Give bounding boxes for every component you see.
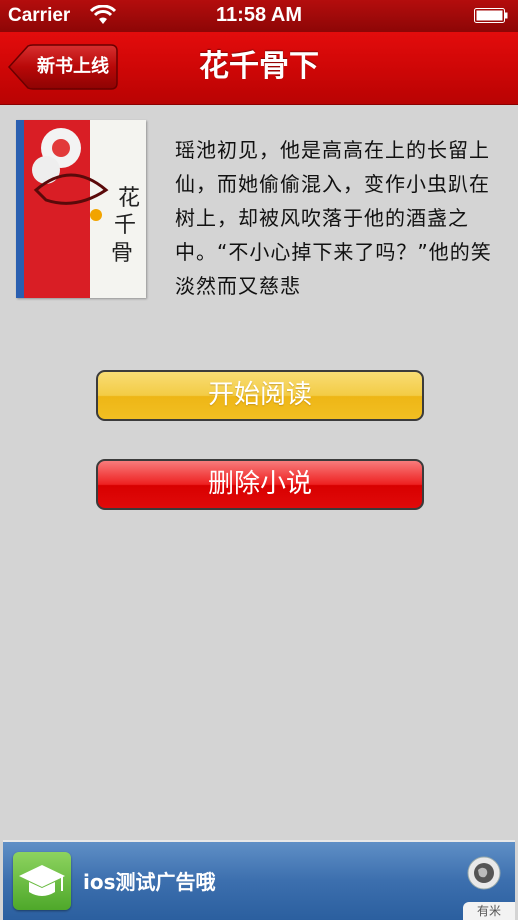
ad-text: ios测试广告哦 bbox=[83, 870, 216, 894]
book-cover-image: 花 千 骨 bbox=[16, 120, 146, 298]
start-reading-button[interactable]: 开始阅读 bbox=[96, 370, 424, 421]
graduation-cap-icon bbox=[13, 852, 71, 910]
back-button[interactable]: 新书上线 bbox=[8, 44, 118, 90]
ad-banner[interactable]: ios测试广告哦 有米 bbox=[3, 840, 515, 920]
cover-title-char-2: 千 bbox=[114, 213, 136, 238]
book-description: 瑶池初见，他是高高在上的长留上仙，而她偷偷混入，变作小虫趴在树上，却被风吹落于他… bbox=[175, 133, 495, 295]
delete-novel-button[interactable]: 删除小说 bbox=[96, 459, 424, 510]
cover-title-char-3: 骨 bbox=[111, 241, 133, 266]
clock: 11:58 AM bbox=[216, 4, 302, 26]
back-button-label: 新书上线 bbox=[37, 56, 109, 77]
globe-icon[interactable] bbox=[467, 856, 501, 890]
cover-title-char-1: 花 bbox=[118, 186, 140, 211]
status-bar: Carrier 11:58 AM bbox=[0, 0, 518, 32]
navigation-bar: 花千骨下 新书上线 bbox=[0, 32, 518, 105]
description-text: 瑶池初见，他是高高在上的长留上仙，而她偷偷混入，变作小虫趴在树上，却被风吹落于他… bbox=[175, 138, 492, 295]
battery-icon bbox=[474, 8, 508, 23]
ad-provider-badge: 有米 bbox=[463, 902, 515, 920]
